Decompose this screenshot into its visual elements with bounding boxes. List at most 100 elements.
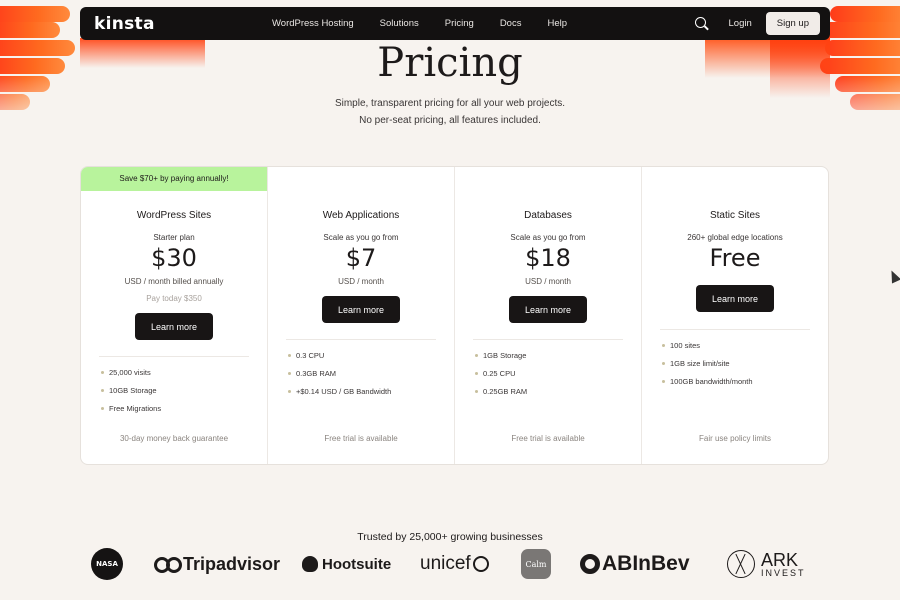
bullet-icon xyxy=(662,362,665,366)
tripadvisor-wordmark: Tripadvisor xyxy=(183,553,281,574)
nav-links: WordPress Hosting Solutions Pricing Docs… xyxy=(272,7,593,40)
plan-footer-note[interactable]: Free trial is available xyxy=(455,434,641,443)
learn-more-button[interactable]: Learn more xyxy=(135,313,213,340)
feature-text: 0.25GB RAM xyxy=(483,386,528,396)
list-item: 0.3GB RAM xyxy=(288,365,444,383)
ark-text: ARK xyxy=(761,549,799,570)
divider xyxy=(286,339,436,340)
list-item: +$0.14 USD / GB Bandwidth xyxy=(288,382,444,400)
nasa-icon: NASA xyxy=(91,548,123,580)
feature-text: Free Migrations xyxy=(109,403,162,413)
top-navbar: kinsta WordPress Hosting Solutions Prici… xyxy=(80,7,830,40)
invest-text: INVEST xyxy=(761,567,806,578)
tripadvisor-logo: Tripadvisor xyxy=(154,545,280,583)
bullet-icon xyxy=(475,354,478,358)
kinsta-logo[interactable]: kinsta xyxy=(94,14,155,34)
abinbev-icon xyxy=(580,554,600,574)
nav-link-docs[interactable]: Docs xyxy=(500,18,522,29)
feature-text: 100 sites xyxy=(670,341,701,351)
plan-price-unit: USD / month xyxy=(525,277,571,286)
unicef-wordmark: unicef xyxy=(420,553,471,574)
nav-link-wordpress-hosting[interactable]: WordPress Hosting xyxy=(272,18,354,29)
plan-price: Free xyxy=(709,244,761,272)
plan-label: Scale as you go from xyxy=(510,233,586,242)
feature-text: 10GB Storage xyxy=(109,386,157,396)
plan-price: $18 xyxy=(525,244,571,272)
calm-icon: Calm xyxy=(521,549,551,579)
search-icon[interactable] xyxy=(694,16,709,31)
list-item: 0.25 CPU xyxy=(475,365,631,383)
ark-wordmark: ARK INVEST xyxy=(761,551,806,578)
learn-more-button[interactable]: Learn more xyxy=(696,285,774,312)
learn-more-button[interactable]: Learn more xyxy=(322,296,400,323)
promo-banner: Save $70+ by paying annually! xyxy=(81,167,267,191)
bullet-icon xyxy=(662,379,665,383)
bullet-icon xyxy=(662,344,665,348)
divider xyxy=(473,339,623,340)
owl-icon xyxy=(154,555,182,573)
plan-web-applications: Web Applications Scale as you go from $7… xyxy=(268,167,455,464)
plan-footer-note[interactable]: Free trial is available xyxy=(268,434,454,443)
plan-price-unit: USD / month xyxy=(338,277,384,286)
mouse-cursor-icon xyxy=(886,268,900,284)
plan-name: Static Sites xyxy=(709,210,761,221)
bullet-icon xyxy=(475,372,478,376)
plan-price-unit: USD / month billed annually xyxy=(124,277,224,286)
plan-name: WordPress Sites xyxy=(136,210,212,221)
plan-footer-note[interactable]: Fair use policy limits xyxy=(642,434,828,443)
list-item: Free Migrations xyxy=(101,399,257,417)
plan-databases: Databases Scale as you go from $18 USD /… xyxy=(455,167,642,464)
nav-link-solutions[interactable]: Solutions xyxy=(380,18,419,29)
feature-list: 1GB Storage 0.25 CPU 0.25GB RAM xyxy=(475,347,631,400)
bullet-icon xyxy=(288,354,291,358)
plan-static-sites: Static Sites 260+ global edge locations … xyxy=(642,167,828,464)
ark-invest-logo: ARK INVEST xyxy=(727,545,806,583)
learn-more-button[interactable]: Learn more xyxy=(509,296,587,323)
plan-wordpress-sites: Save $70+ by paying annually! WordPress … xyxy=(81,167,268,464)
signup-button[interactable]: Sign up xyxy=(765,12,820,35)
plan-footer-note[interactable]: 30-day money back guarantee xyxy=(81,434,267,443)
plan-price: $7 xyxy=(345,244,377,272)
list-item: 0.25GB RAM xyxy=(475,382,631,400)
plan-pay-today: Pay today $350 xyxy=(146,294,202,303)
feature-text: 25,000 visits xyxy=(109,368,151,378)
bullet-icon xyxy=(288,389,291,393)
owl-head-icon xyxy=(302,556,318,572)
nav-actions: Login Sign up xyxy=(694,12,820,35)
feature-text: 0.3 CPU xyxy=(296,351,325,361)
customer-logos: NASA Tripadvisor Hootsuite unicef Calm A… xyxy=(0,545,900,585)
ark-icon xyxy=(727,550,755,578)
list-item: 100 sites xyxy=(662,337,818,355)
list-item: 10GB Storage xyxy=(101,382,257,400)
login-link[interactable]: Login xyxy=(729,18,752,29)
feature-text: 100GB bandwidth/month xyxy=(670,376,753,386)
feature-list: 25,000 visits 10GB Storage Free Migratio… xyxy=(101,364,257,417)
list-item: 1GB size limit/site xyxy=(662,355,818,373)
abinbev-wordmark: ABInBev xyxy=(602,552,690,575)
plan-name: Web Applications xyxy=(322,210,400,221)
hootsuite-wordmark: Hootsuite xyxy=(322,555,392,573)
page-subtitle-secondary: No per-seat pricing, all features includ… xyxy=(359,115,541,126)
nav-link-help[interactable]: Help xyxy=(547,18,567,29)
plan-label: Scale as you go from xyxy=(323,233,399,242)
bullet-icon xyxy=(101,371,104,375)
bullet-icon xyxy=(475,389,478,393)
hootsuite-logo: Hootsuite xyxy=(302,545,391,583)
unicef-logo: unicef xyxy=(420,545,489,583)
page-title: Pricing xyxy=(377,40,523,86)
feature-text: 1GB size limit/site xyxy=(670,359,730,369)
bullet-icon xyxy=(288,372,291,376)
list-item: 1GB Storage xyxy=(475,347,631,365)
feature-text: 1GB Storage xyxy=(483,351,527,361)
feature-text: +$0.14 USD / GB Bandwidth xyxy=(296,386,392,396)
nasa-logo: NASA xyxy=(91,545,123,583)
list-item: 100GB bandwidth/month xyxy=(662,372,818,390)
feature-text: 0.25 CPU xyxy=(483,369,516,379)
calm-logo: Calm xyxy=(521,545,551,583)
nav-link-pricing[interactable]: Pricing xyxy=(445,18,474,29)
divider xyxy=(660,329,810,330)
plan-label: 260+ global edge locations xyxy=(687,233,783,242)
trusted-by-heading: Trusted by 25,000+ growing businesses xyxy=(357,531,543,543)
page-subtitle: Simple, transparent pricing for all your… xyxy=(334,98,566,109)
feature-text: 0.3GB RAM xyxy=(296,369,337,379)
